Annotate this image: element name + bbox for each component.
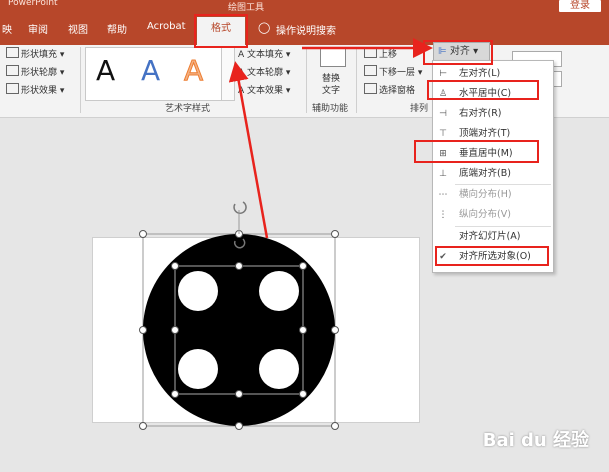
annotation-arrow-to-format bbox=[228, 61, 269, 239]
annotation-box-format-tab bbox=[194, 14, 248, 48]
slide-shapes bbox=[139, 38, 433, 430]
annotation-box-align-center bbox=[427, 80, 539, 100]
annotation-box-align-middle bbox=[414, 140, 539, 163]
annotation-box-align-button bbox=[423, 40, 493, 65]
white-dot-top-left[interactable] bbox=[178, 271, 218, 311]
white-dot-bottom-right[interactable] bbox=[259, 349, 299, 389]
watermark: Bai du 经验 bbox=[482, 430, 589, 451]
white-dot-top-right[interactable] bbox=[259, 271, 299, 311]
white-dot-bottom-left[interactable] bbox=[178, 349, 218, 389]
annotation-box-align-selected bbox=[435, 246, 549, 266]
